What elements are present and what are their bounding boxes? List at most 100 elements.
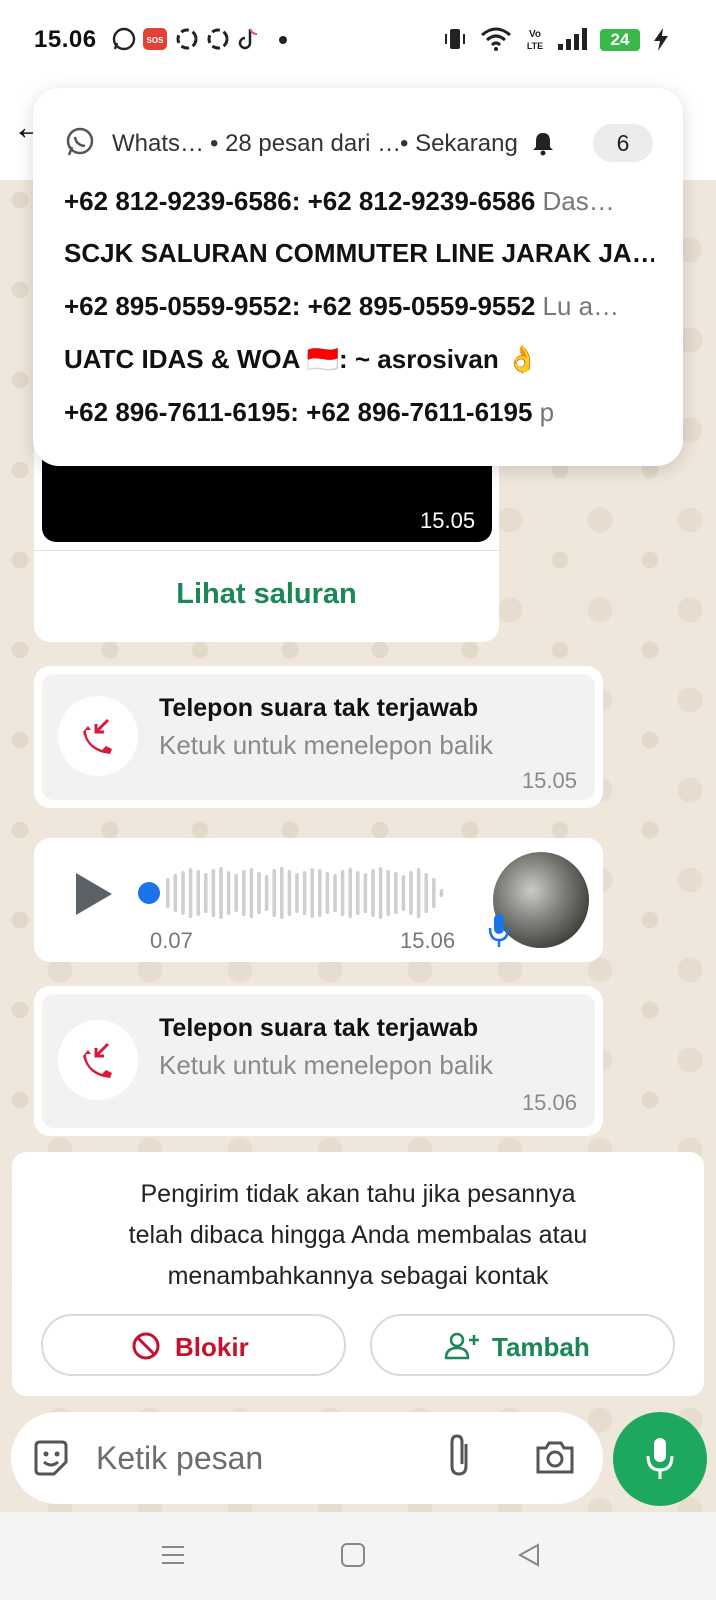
waveform-bar [264,875,269,911]
camera-icon[interactable] [534,1438,576,1476]
waveform-bar [325,872,330,914]
block-label: Blokir [175,1332,249,1362]
waveform-bar [211,869,216,917]
waveform-bar [424,873,428,913]
unknown-sender-line: Pengirim tidak akan tahu jika pesannya [140,1180,576,1208]
charging-icon [654,28,668,51]
voice-waveform[interactable] [166,866,448,920]
waveform-bar [302,871,307,915]
view-channel-button[interactable]: Lihat saluran [34,578,499,611]
waveform-bar [280,867,284,919]
waveform-bar [378,867,383,919]
bell-icon [533,133,553,156]
waveform-bar [401,875,406,911]
status-time: 15.06 [34,26,97,53]
voice-duration: 0.07 [150,928,193,953]
waveform-bar [219,867,223,919]
whatsapp-icon [66,127,94,156]
missed-call-bubble[interactable]: Telepon suara tak terjawab Ketuk untuk m… [34,666,603,808]
notification-sender: +62 895-0559-9552: +62 895-0559-9552 [64,291,536,321]
voice-record-button[interactable] [613,1412,707,1506]
call-time: 15.05 [521,768,577,793]
back-icon[interactable] [516,1542,542,1568]
waveform-bar [257,872,261,914]
notification-message: SCJK SALURAN COMMUTER LINE JARAK JA… [64,238,654,269]
signal-icon [558,28,587,50]
sync-icon [207,28,229,50]
missed-call-bubble[interactable]: Telepon suara tak terjawab Ketuk untuk m… [34,986,603,1136]
notification-app-name: Whats… [112,130,205,157]
voice-seek-handle[interactable] [138,882,160,904]
notification-text: p [539,397,555,427]
home-icon[interactable] [340,1542,366,1568]
waveform-bar [181,871,185,915]
waveform-bar [295,873,299,913]
block-button[interactable]: Blokir [41,1314,346,1376]
notification-text: 👌 [505,344,539,374]
notification-message: UATC IDAS & WOA 🇮🇩: ~ asrosivan 👌 [64,344,654,375]
mic-icon [488,914,510,947]
missed-call-card[interactable]: Telepon suara tak terjawab Ketuk untuk m… [42,674,595,800]
message-input[interactable]: Ketik pesan [96,1440,263,1477]
call-icon-circle [58,1020,138,1100]
sticker-icon[interactable] [30,1438,72,1480]
notification-summary: • 28 pesan dari … [210,130,402,157]
notification-sender: +62 812-9239-6586: +62 812-9239-6586 [64,186,536,216]
wifi-icon [481,27,511,51]
waveform-bar [363,873,368,913]
video-timestamp: 15.05 [420,508,476,533]
divider [34,550,499,551]
call-title: Telepon suara tak terjawab [159,1014,479,1042]
attach-icon[interactable] [446,1432,476,1482]
waveform-bar [287,870,292,916]
waveform-bar [196,870,200,916]
missed-call-icon [83,1042,112,1078]
waveform-bar [310,868,314,918]
call-subtitle: Ketuk untuk menelepon balik [159,1050,493,1080]
waveform-bar [226,871,231,915]
notification-sender: +62 896-7611-6195: +62 896-7611-6195 [64,397,533,427]
svg-text:SOS: SOS [147,36,165,45]
call-title: Telepon suara tak terjawab [159,694,479,722]
whatsapp-icon [112,27,136,51]
svg-text:LTE: LTE [527,41,543,51]
waveform-bar [166,878,170,908]
block-icon [132,1332,160,1360]
notification-count-badge[interactable]: 6 [593,124,653,162]
tiktok-icon [238,28,258,50]
waveform-bar [249,868,254,918]
missed-call-icon [83,718,112,754]
waveform-bar [173,874,178,912]
waveform-bar [356,871,360,915]
waveform-bar [439,889,444,897]
waveform-bar [204,873,208,913]
waveform-bar [234,874,238,912]
battery-icon: 24 [600,29,640,51]
waveform-bar [409,871,413,915]
add-person-icon [444,1332,479,1360]
call-time: 15.06 [521,1090,577,1115]
call-subtitle: Ketuk untuk menelepon balik [159,730,493,760]
notification-message: +62 896-7611-6195: +62 896-7611-6195 p [64,397,654,428]
dot-icon [279,36,287,44]
waveform-bar [188,868,193,918]
notification-message: +62 812-9239-6586: +62 812-9239-6586 Das… [64,186,654,217]
notification-sender: SCJK SALURAN COMMUTER LINE JARAK JA… [64,238,654,268]
recent-apps-icon[interactable] [160,1542,186,1568]
mic-icon [646,1438,674,1479]
waveform-bar [432,878,436,908]
play-icon[interactable] [76,873,112,915]
waveform-bar [386,870,390,916]
add-label: Tambah [492,1332,590,1362]
waveform-bar [348,868,352,918]
waveform-bar [242,870,246,916]
unknown-sender-line: telah dibaca hingga Anda membalas atau [128,1221,588,1249]
call-icon-circle [58,696,138,776]
add-contact-button[interactable]: Tambah [370,1314,675,1376]
svg-text:Vo: Vo [529,29,541,40]
missed-call-card[interactable]: Telepon suara tak terjawab Ketuk untuk m… [42,994,595,1128]
notification-time: • Sekarang [400,130,518,157]
waveform-bar [394,872,398,914]
vibrate-icon [445,29,465,49]
waveform-bar [333,874,337,912]
